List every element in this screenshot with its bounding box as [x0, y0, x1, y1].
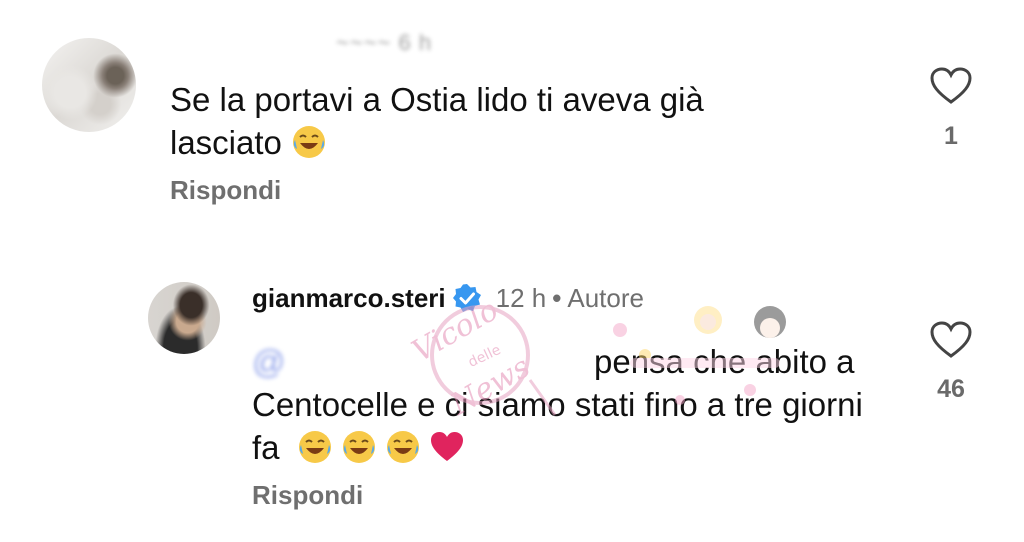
comment-username-blurred[interactable]: ~~~~ 6 h — [336, 30, 432, 56]
comment-body: Se la portavi a Ostia lido ti aveva già … — [170, 81, 704, 161]
like-count[interactable]: 46 — [921, 375, 981, 404]
reply-button[interactable]: Rispondi — [170, 175, 281, 206]
tears-of-joy-emoji-icon — [293, 126, 326, 158]
like-heart-icon[interactable] — [929, 66, 973, 106]
watermark-decoration — [613, 306, 786, 405]
tears-of-joy-emoji-icon — [298, 431, 331, 463]
like-heart-icon[interactable] — [929, 320, 973, 360]
comment-text: Se la portavi a Ostia lido ti aveva già … — [170, 78, 820, 164]
comment-avatar[interactable] — [42, 38, 136, 132]
comment-username[interactable]: ~~~~ — [336, 30, 391, 55]
watermark-logo: Vicolo delle News — [406, 292, 557, 423]
comment-avatar[interactable] — [148, 282, 220, 354]
comment-timestamp: 6 h — [398, 30, 433, 55]
reply-button[interactable]: Rispondi — [252, 480, 363, 511]
like-count[interactable]: 1 — [921, 122, 981, 151]
